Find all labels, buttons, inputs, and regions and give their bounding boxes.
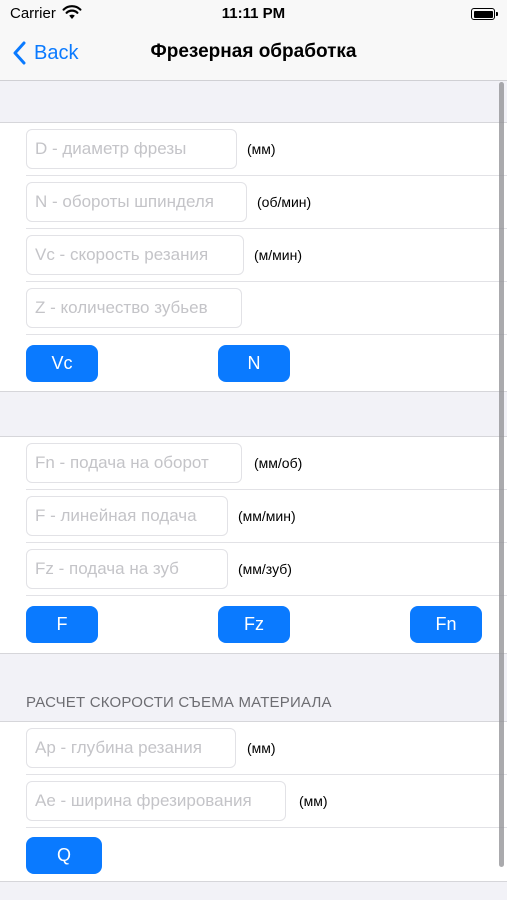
cutting-speed-unit: (м/мин) bbox=[254, 247, 303, 263]
calc-q-button[interactable]: Q bbox=[26, 837, 102, 874]
linear-feed-field[interactable] bbox=[26, 496, 228, 536]
depth-of-cut-row: (мм) bbox=[0, 722, 507, 775]
feed-per-rev-row: (мм/об) bbox=[0, 437, 507, 490]
navigation-bar: Back Фрезерная обработка bbox=[0, 28, 507, 81]
spindle-speed-field[interactable] bbox=[26, 182, 247, 222]
feed-section: (мм/об) (мм/мин) (мм/зуб) F Fz Fn bbox=[0, 436, 507, 654]
calc-vc-button[interactable]: Vc bbox=[26, 345, 98, 382]
calc-f-button[interactable]: F bbox=[26, 606, 98, 643]
section-header-mrr: РАСЧЕТ СКОРОСТИ СЪЕМА МАТЕРИАЛА bbox=[26, 694, 332, 711]
teeth-count-row bbox=[0, 282, 507, 335]
cutting-speed-field[interactable] bbox=[26, 235, 244, 275]
calc-fz-button[interactable]: Fz bbox=[218, 606, 290, 643]
teeth-count-field[interactable] bbox=[26, 288, 242, 328]
calc-fn-button[interactable]: Fn bbox=[410, 606, 482, 643]
feed-per-tooth-unit: (мм/зуб) bbox=[238, 561, 292, 577]
cutting-speed-row: (м/мин) bbox=[0, 229, 507, 282]
spindle-speed-unit: (об/мин) bbox=[257, 194, 312, 210]
mrr-section: (мм) (мм) Q bbox=[0, 721, 507, 882]
scrollbar[interactable] bbox=[499, 82, 504, 867]
feed-per-rev-unit: (мм/об) bbox=[254, 455, 303, 471]
linear-feed-row: (мм/мин) bbox=[0, 490, 507, 543]
calc-n-button[interactable]: N bbox=[218, 345, 290, 382]
width-of-cut-field[interactable] bbox=[26, 781, 286, 821]
feed-per-tooth-field[interactable] bbox=[26, 549, 228, 589]
width-of-cut-unit: (мм) bbox=[299, 793, 328, 809]
depth-of-cut-field[interactable] bbox=[26, 728, 236, 768]
width-of-cut-row: (мм) bbox=[0, 775, 507, 828]
depth-of-cut-unit: (мм) bbox=[247, 740, 276, 756]
battery-icon bbox=[471, 8, 498, 20]
feed-per-rev-field[interactable] bbox=[26, 443, 242, 483]
diameter-field[interactable] bbox=[26, 129, 237, 169]
diameter-unit: (мм) bbox=[247, 141, 276, 157]
feed-per-tooth-row: (мм/зуб) bbox=[0, 543, 507, 596]
status-bar: Carrier 11:11 PM bbox=[0, 0, 507, 28]
status-time: 11:11 PM bbox=[221, 5, 286, 22]
spindle-speed-row: (об/мин) bbox=[0, 176, 507, 229]
page-title: Фрезерная обработка bbox=[150, 41, 357, 62]
linear-feed-unit: (мм/мин) bbox=[238, 508, 296, 524]
diameter-row: (мм) bbox=[0, 123, 507, 176]
speed-section: (мм) (об/мин) (м/мин) Vc N bbox=[0, 122, 507, 392]
